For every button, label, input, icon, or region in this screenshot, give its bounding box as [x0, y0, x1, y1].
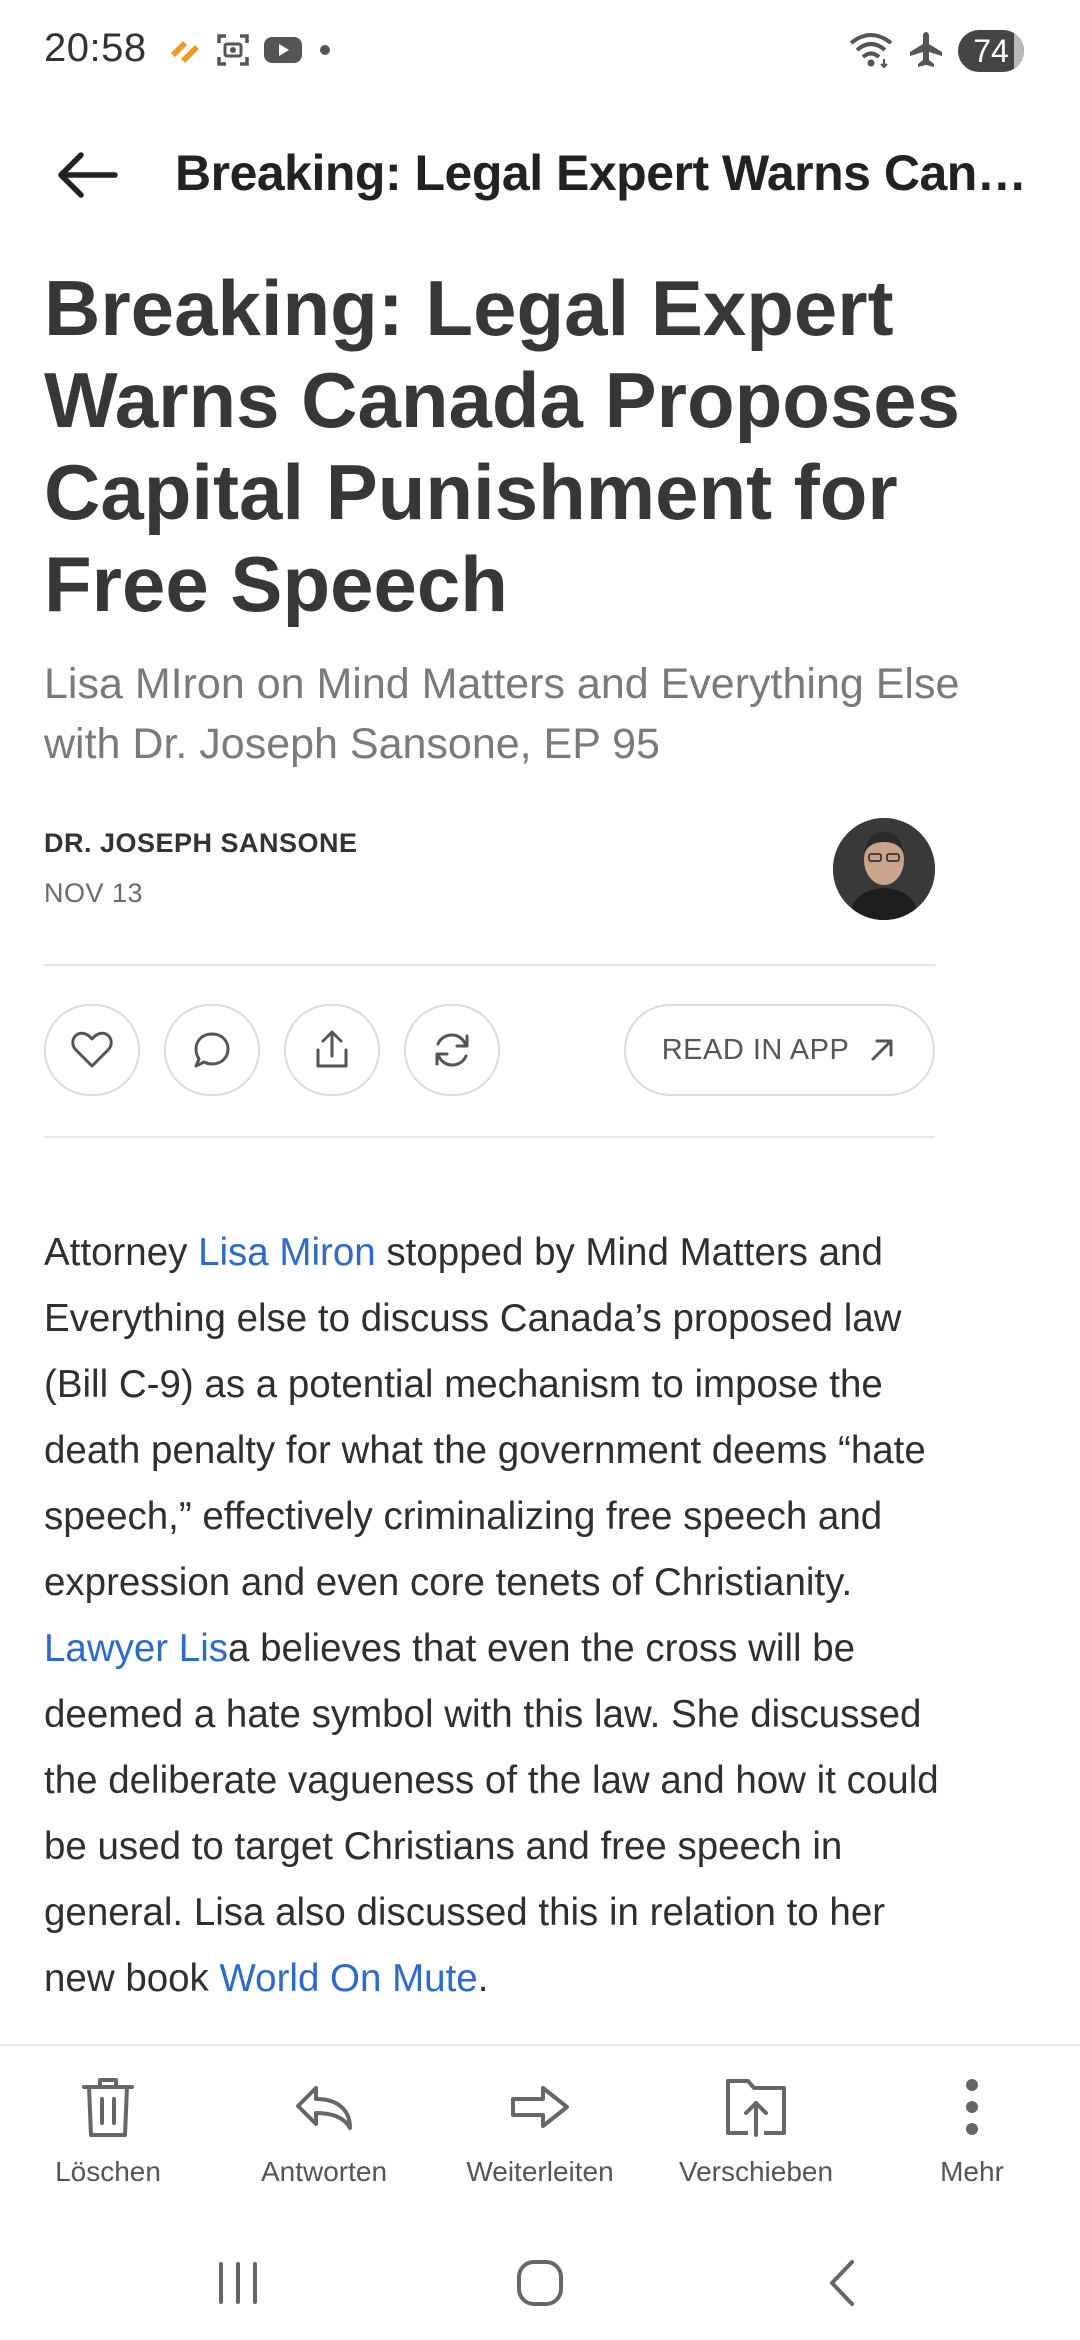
- reply-label: Antworten: [260, 2156, 388, 2187]
- external-arrow-icon: [871, 1039, 893, 1061]
- heart-icon: [71, 1031, 113, 1068]
- link-lawyer-lisa[interactable]: Lawyer Lis: [44, 1627, 228, 1670]
- read-in-app-button[interactable]: READ IN APP: [624, 1004, 935, 1096]
- body-text-4: .: [477, 1957, 489, 2000]
- move-label: Verschieben: [678, 2156, 834, 2187]
- author-avatar[interactable]: [833, 818, 935, 920]
- reply-button[interactable]: Antworten: [216, 2072, 432, 2202]
- divider-top: [44, 964, 935, 966]
- more-icon: [966, 2079, 978, 2135]
- delete-label: Löschen: [55, 2156, 161, 2187]
- wifi-icon: [848, 29, 894, 74]
- link-lisa-miron[interactable]: Lisa Miron: [198, 1231, 376, 1274]
- restack-button[interactable]: [404, 1004, 500, 1096]
- like-button[interactable]: [44, 1004, 140, 1096]
- link-world-on-mute[interactable]: World On Mute: [220, 1957, 478, 2000]
- status-notification-icons: [165, 30, 335, 74]
- share-button[interactable]: [284, 1004, 380, 1096]
- recent-apps-button[interactable]: [178, 2248, 298, 2318]
- status-system-icons: 74: [848, 28, 1024, 74]
- move-icon: [726, 2079, 786, 2137]
- restack-icon: [435, 1033, 469, 1067]
- comment-icon: [194, 1032, 230, 1068]
- delete-button[interactable]: Löschen: [0, 2072, 216, 2202]
- email-action-bar: Löschen Antworten Weiterleiten Verschieb…: [0, 2044, 1080, 2226]
- arrow-left-icon: [58, 152, 118, 198]
- move-button[interactable]: Verschieben: [648, 2072, 864, 2202]
- status-time: 20:58: [44, 26, 147, 70]
- more-button[interactable]: Mehr: [864, 2072, 1080, 2202]
- dot-icon: [315, 40, 335, 65]
- home-button[interactable]: [480, 2248, 600, 2318]
- recent-apps-icon: [219, 2262, 257, 2304]
- airplane-mode-icon: [908, 30, 944, 73]
- comment-button[interactable]: [164, 1004, 260, 1096]
- body-text-1: Attorney: [44, 1231, 199, 1274]
- share-icon: [316, 1030, 348, 1068]
- battery-icon: 74: [958, 30, 1024, 72]
- toolbar-title: Breaking: Legal Expert Warns Canad...: [175, 145, 1045, 201]
- post-date: NOV 13: [44, 878, 144, 908]
- hammer-notification-icon: [165, 31, 203, 74]
- article-title: Breaking: Legal Expert Warns Canada Prop…: [44, 264, 961, 628]
- system-back-button[interactable]: [782, 2248, 902, 2318]
- reply-icon: [296, 2086, 352, 2130]
- forward-button[interactable]: Weiterleiten: [432, 2072, 648, 2202]
- status-bar: 20:58 74: [0, 0, 1080, 102]
- app-toolbar: Breaking: Legal Expert Warns Canad...: [0, 120, 1080, 230]
- divider-bottom: [44, 1136, 935, 1138]
- more-label: Mehr: [940, 2156, 1004, 2187]
- back-button[interactable]: [44, 142, 130, 208]
- screenshot-icon: [215, 32, 251, 73]
- author-name[interactable]: DR. JOSEPH SANSONE: [44, 828, 358, 859]
- article-action-row: READ IN APP: [44, 1004, 935, 1098]
- battery-level: 74: [973, 32, 1009, 69]
- article-body: Attorney Lisa Miron stopped by Mind Matt…: [44, 1220, 964, 2012]
- body-text-3: a believes that even the cross will be d…: [44, 1627, 939, 2000]
- article-subtitle: Lisa MIron on Mind Matters and Everythin…: [44, 660, 960, 768]
- read-in-app-label: READ IN APP: [661, 1033, 850, 1066]
- youtube-icon: [263, 34, 303, 71]
- chevron-left-icon: [830, 2260, 854, 2306]
- body-text-2: stopped by Mind Matters and Everything e…: [44, 1231, 926, 1604]
- trash-icon: [82, 2078, 134, 2137]
- forward-label: Weiterleiten: [466, 2156, 614, 2187]
- system-navigation-bar: [0, 2224, 1080, 2340]
- home-icon: [517, 2260, 563, 2306]
- forward-icon: [511, 2086, 569, 2128]
